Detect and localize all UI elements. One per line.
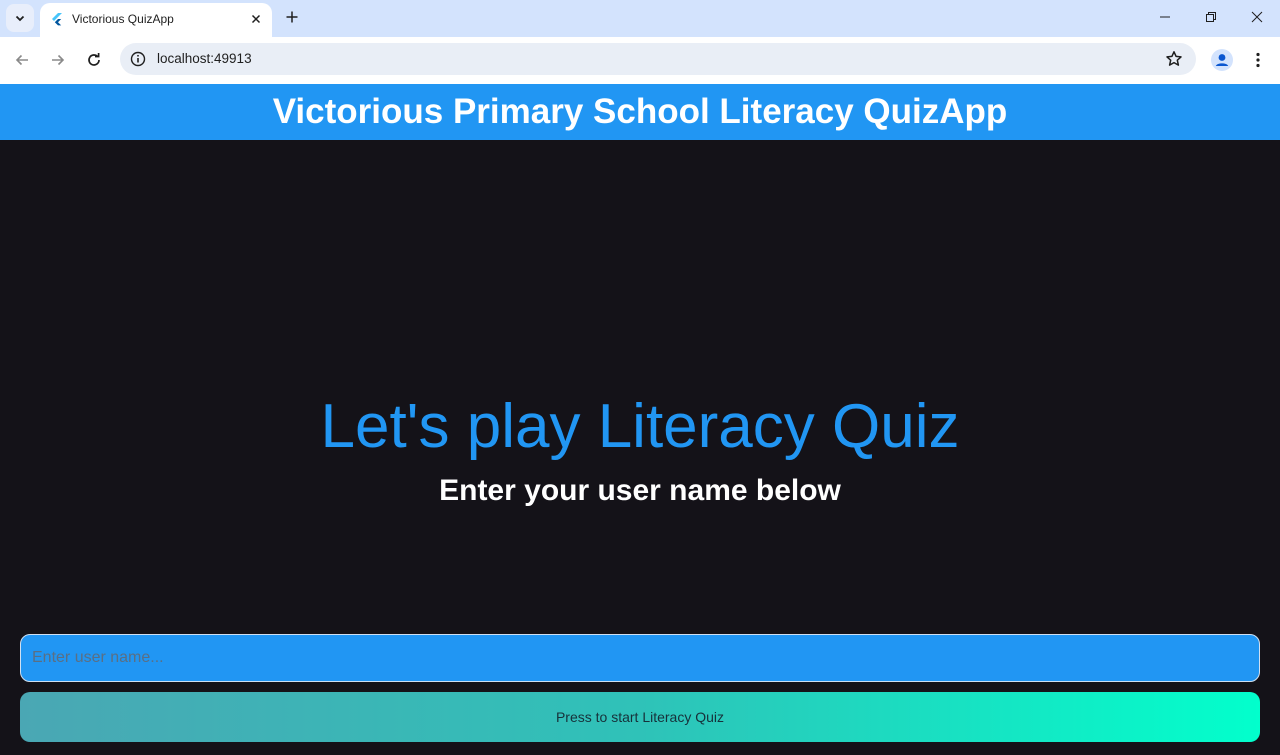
username-input[interactable] xyxy=(20,634,1260,682)
flutter-icon xyxy=(52,13,62,26)
close-icon xyxy=(251,14,261,24)
forward-button[interactable] xyxy=(44,46,72,74)
start-quiz-button-label: Press to start Literacy Quiz xyxy=(555,709,725,725)
browser-toolbar: localhost:49913 xyxy=(0,37,1280,85)
tab-close-button[interactable] xyxy=(248,11,264,27)
url-text: localhost:49913 xyxy=(157,51,252,66)
close-icon xyxy=(1251,11,1263,23)
bookmark-button[interactable] xyxy=(1164,49,1184,69)
browser-menu-button[interactable] xyxy=(1248,48,1268,72)
reload-icon xyxy=(88,53,100,66)
close-window-button[interactable] xyxy=(1234,0,1280,34)
star-icon xyxy=(1166,51,1182,66)
arrow-left-icon xyxy=(15,54,28,66)
info-icon xyxy=(130,51,146,67)
back-button[interactable] xyxy=(8,46,36,74)
tab-title: Victorious QuizApp xyxy=(72,12,174,26)
profile-button[interactable] xyxy=(1210,48,1234,72)
restore-icon xyxy=(1206,12,1216,22)
restore-button[interactable] xyxy=(1188,0,1234,34)
minimize-icon xyxy=(1160,16,1170,18)
quiz-start-screen: Let's play Literacy Quiz Enter your user… xyxy=(0,140,1280,755)
tab-search-button[interactable] xyxy=(6,4,34,32)
start-quiz-button[interactable]: Press to start Literacy Quiz xyxy=(20,692,1260,742)
chevron-down-icon xyxy=(15,15,25,22)
minimize-button[interactable] xyxy=(1142,0,1188,34)
app-bar-title: Victorious Primary School Literacy QuizA… xyxy=(272,92,1008,131)
kebab-menu-icon xyxy=(1256,52,1260,68)
reload-button[interactable] xyxy=(80,46,108,74)
browser-tab-active[interactable]: Victorious QuizApp xyxy=(40,3,272,37)
site-info-button[interactable] xyxy=(128,49,148,69)
new-tab-button[interactable] xyxy=(280,5,304,29)
plus-icon xyxy=(286,11,298,23)
page-title: Let's play Literacy Quiz xyxy=(320,392,960,461)
page-subtitle: Enter your user name below xyxy=(439,474,841,507)
profile-icon xyxy=(1211,49,1233,71)
arrow-right-icon xyxy=(52,54,65,66)
address-bar[interactable]: localhost:49913 xyxy=(120,43,1196,75)
app-bar: Victorious Primary School Literacy QuizA… xyxy=(0,84,1280,140)
browser-tab-strip: Victorious QuizApp xyxy=(0,0,1280,37)
